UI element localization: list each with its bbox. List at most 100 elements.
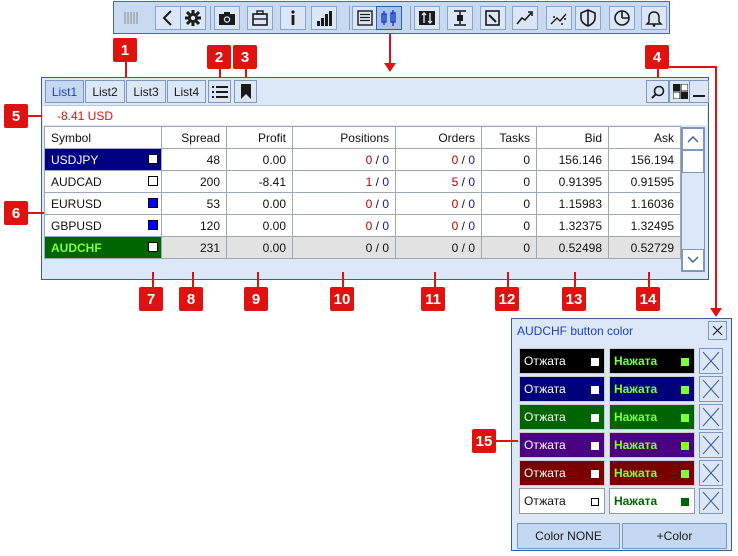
released-color-button[interactable]: Отжата	[519, 376, 605, 402]
positions-cell[interactable]: 0 / 0	[292, 192, 396, 215]
shield-button[interactable]	[575, 6, 601, 30]
positions-cell[interactable]: 0 / 0	[292, 236, 396, 259]
tab-list2[interactable]: List2	[85, 80, 125, 103]
trend-up-button[interactable]	[512, 6, 538, 30]
table-row[interactable]: GBPUSD 120 0.00 0 / 00 / 0 0 1.32375 1.32495	[44, 214, 681, 237]
released-color-button[interactable]: Отжата	[519, 348, 605, 374]
col-profit[interactable]: Profit	[226, 126, 293, 149]
swap-icon	[418, 9, 436, 27]
pressed-color-button[interactable]: Нажата	[609, 376, 695, 402]
ask-cell: 0.52729	[608, 236, 681, 259]
delete-color-button[interactable]	[699, 376, 723, 402]
bookmark-button[interactable]	[234, 80, 257, 103]
color-swatch[interactable]	[148, 220, 158, 230]
add-color-button[interactable]: +Color	[622, 523, 727, 549]
orders-cell[interactable]: 0 / 0	[395, 236, 482, 259]
camera-button[interactable]	[214, 6, 240, 30]
table-row[interactable]: EURUSD 53 0.00 0 / 00 / 0 0 1.15983 1.16036	[44, 192, 681, 215]
color-swatch[interactable]	[148, 154, 158, 164]
col-orders[interactable]: Orders	[395, 126, 482, 149]
col-spread[interactable]: Spread	[161, 126, 227, 149]
orders-cell[interactable]: 0 / 0	[395, 148, 482, 171]
list-menu-button[interactable]	[208, 80, 231, 103]
delete-color-button[interactable]	[699, 404, 723, 430]
color-swatch[interactable]	[148, 242, 158, 252]
back-icon	[159, 9, 177, 27]
dialog-title: AUDCHF button color	[517, 324, 634, 338]
released-swatch	[591, 414, 599, 422]
gear-button[interactable]	[180, 6, 206, 30]
color-none-button[interactable]: Color NONE	[517, 523, 620, 549]
notepad-button[interactable]	[480, 6, 506, 30]
bid-cell: 1.32375	[536, 214, 609, 237]
delete-color-button[interactable]	[699, 348, 723, 374]
positions-cell[interactable]: 1 / 0	[292, 170, 396, 193]
symbol-button[interactable]: USDJPY	[44, 148, 162, 171]
orders-cell[interactable]: 0 / 0	[395, 192, 482, 215]
pressed-color-button[interactable]: Нажата	[609, 488, 695, 514]
positions-sell: 0	[382, 218, 389, 233]
delete-color-button[interactable]	[699, 460, 723, 486]
released-color-button[interactable]: Отжата	[519, 488, 605, 514]
scroll-down-button[interactable]	[682, 249, 704, 271]
annotation-line	[715, 66, 717, 309]
table-row[interactable]: AUDCHF 231 0.00 0 / 00 / 0 0 0.52498 0.52729	[44, 236, 681, 259]
symbol-button[interactable]: GBPUSD	[44, 214, 162, 237]
profit-cell: 0.00	[226, 148, 293, 171]
col-bid[interactable]: Bid	[536, 126, 609, 149]
col-positions[interactable]: Positions	[292, 126, 396, 149]
table-row[interactable]: AUDCAD 200 -8.41 1 / 05 / 0 0 0.91395 0.91595	[44, 170, 681, 193]
briefcase-button[interactable]	[247, 6, 273, 30]
released-color-button[interactable]: Отжата	[519, 404, 605, 430]
pie-clock-icon	[613, 9, 631, 27]
symbol-button[interactable]: AUDCHF	[44, 236, 162, 259]
back-button[interactable]	[155, 6, 181, 30]
positions-cell[interactable]: 0 / 0	[292, 148, 396, 171]
positions-sell: 0	[382, 152, 389, 167]
signal-bars-button[interactable]	[311, 6, 337, 30]
delete-color-button[interactable]	[699, 488, 723, 514]
search-button[interactable]	[646, 80, 669, 103]
table-row[interactable]: USDJPY 48 0.00 0 / 00 / 0 0 156.146 156.194	[44, 148, 681, 171]
pressed-color-button[interactable]: Нажата	[609, 460, 695, 486]
pressed-color-button[interactable]: Нажата	[609, 404, 695, 430]
pie-clock-button[interactable]	[609, 6, 635, 30]
annotation-line	[648, 272, 650, 288]
minimize-button[interactable]	[689, 80, 709, 103]
camera-icon	[218, 9, 236, 27]
trend-scatter-button[interactable]	[546, 6, 572, 30]
col-tasks[interactable]: Tasks	[481, 126, 537, 149]
chevron-up-icon	[687, 136, 699, 143]
released-swatch	[591, 498, 599, 506]
range-button[interactable]	[447, 6, 473, 30]
bell-button[interactable]	[641, 6, 667, 30]
tab-list1[interactable]: List1	[45, 80, 84, 103]
list-lines-button[interactable]	[352, 6, 378, 30]
color-swatch[interactable]	[148, 176, 158, 186]
positions-cell[interactable]: 0 / 0	[292, 214, 396, 237]
orders-cell[interactable]: 0 / 0	[395, 214, 482, 237]
info-icon	[284, 9, 302, 27]
col-symbol[interactable]: Symbol	[44, 126, 162, 149]
symbol-button[interactable]: EURUSD	[44, 192, 162, 215]
candles-button[interactable]	[376, 6, 402, 30]
dialog-close-button[interactable]	[708, 321, 727, 340]
delete-color-button[interactable]	[699, 432, 723, 458]
pressed-color-button[interactable]: Нажата	[609, 348, 695, 374]
scroll-thumb[interactable]	[682, 150, 704, 173]
symbol-button[interactable]: AUDCAD	[44, 170, 162, 193]
scroll-up-button[interactable]	[682, 128, 704, 150]
orders-cell[interactable]: 5 / 0	[395, 170, 482, 193]
color-swatch[interactable]	[148, 198, 158, 208]
annotation-badge: 8	[179, 287, 203, 311]
released-color-button[interactable]: Отжата	[519, 460, 605, 486]
pressed-color-button[interactable]: Нажата	[609, 432, 695, 458]
orders-buy: 0	[451, 152, 459, 167]
table-scrollbar[interactable]	[681, 127, 705, 272]
swap-button[interactable]	[414, 6, 440, 30]
released-color-button[interactable]: Отжата	[519, 432, 605, 458]
tab-list4[interactable]: List4	[167, 80, 206, 103]
col-ask[interactable]: Ask	[608, 126, 681, 149]
tab-list3[interactable]: List3	[126, 80, 166, 103]
info-button[interactable]	[280, 6, 306, 30]
